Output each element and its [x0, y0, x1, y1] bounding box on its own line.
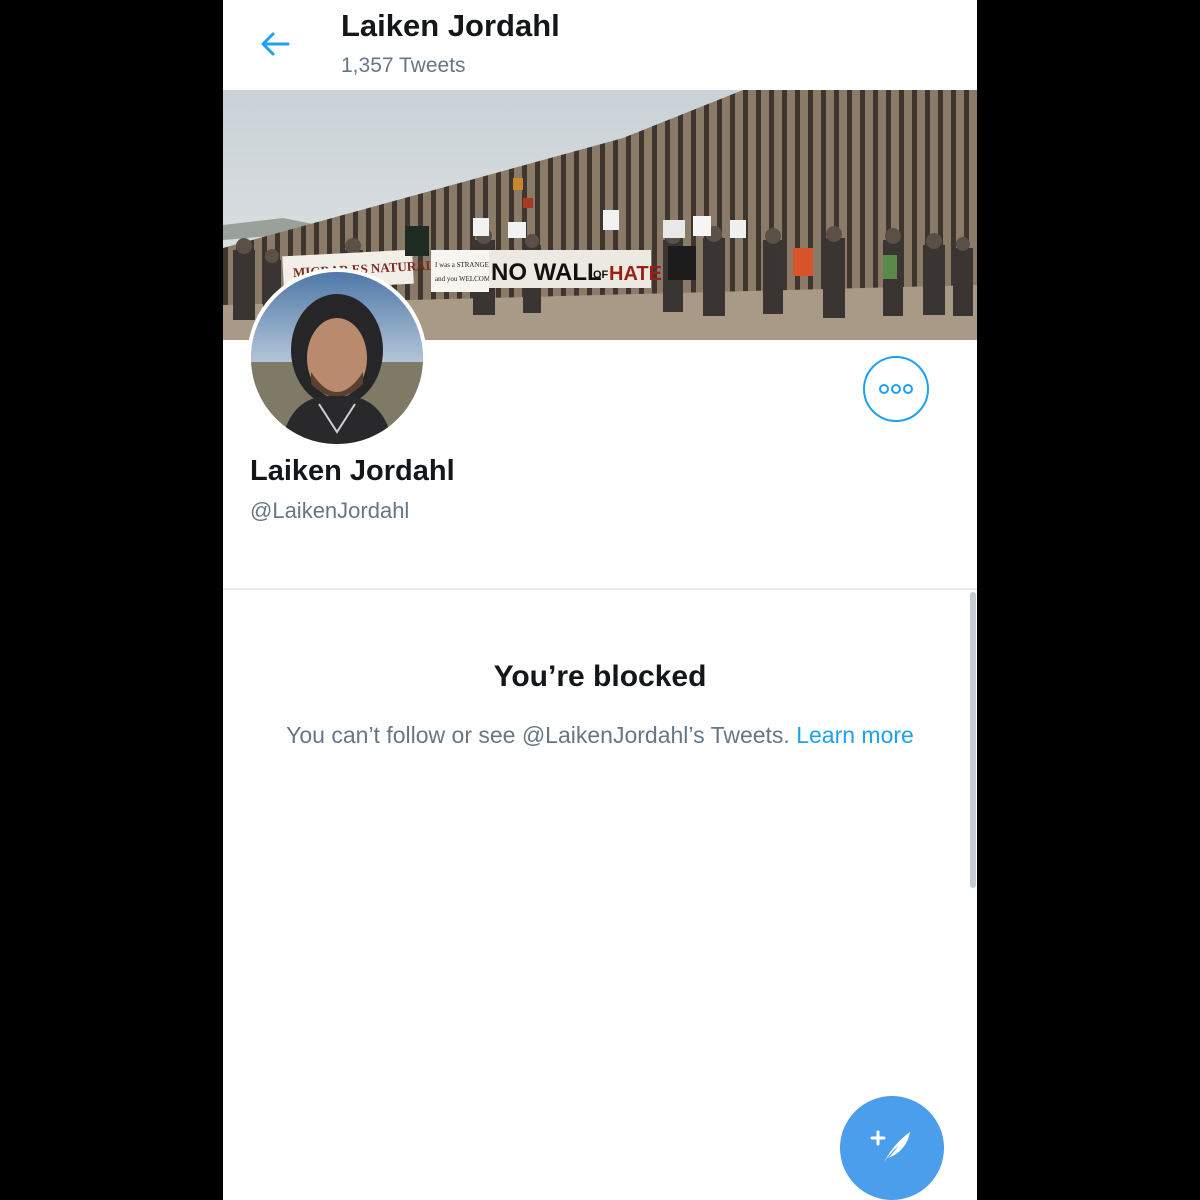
tweet-count: 1,357 Tweets: [341, 54, 466, 77]
section-divider: [223, 588, 977, 590]
profile-avatar[interactable]: [247, 268, 427, 448]
svg-text:HATE: HATE: [609, 263, 662, 285]
svg-text:I was a STRANGER: I was a STRANGER: [435, 261, 494, 269]
profile-name: Laiken Jordahl: [250, 455, 455, 487]
svg-text:NO WALL: NO WALL: [491, 259, 602, 286]
avatar-image: [251, 272, 423, 444]
top-bar: Laiken Jordahl 1,357 Tweets: [223, 0, 977, 90]
arrow-left-icon: [261, 32, 290, 56]
more-options-button[interactable]: [863, 356, 929, 422]
scrollbar[interactable]: [970, 592, 976, 888]
header-title: Laiken Jordahl: [341, 8, 560, 43]
back-button[interactable]: [253, 22, 297, 66]
compose-tweet-button[interactable]: [840, 1096, 944, 1200]
compose-tweet-icon: [870, 1130, 910, 1166]
learn-more-link[interactable]: Learn more: [796, 722, 914, 748]
svg-text:OF: OF: [593, 269, 609, 281]
blocked-title: You’re blocked: [493, 660, 707, 693]
profile-handle: @LaikenJordahl: [250, 498, 410, 523]
more-options-icon: [879, 384, 913, 394]
app-screen: Laiken Jordahl 1,357 Tweets MIGRAR ES NA…: [223, 0, 977, 1200]
blocked-message: You can’t follow or see @LaikenJordahl’s…: [263, 718, 937, 752]
blocked-message-text: You can’t follow or see @LaikenJordahl’s…: [286, 722, 790, 748]
